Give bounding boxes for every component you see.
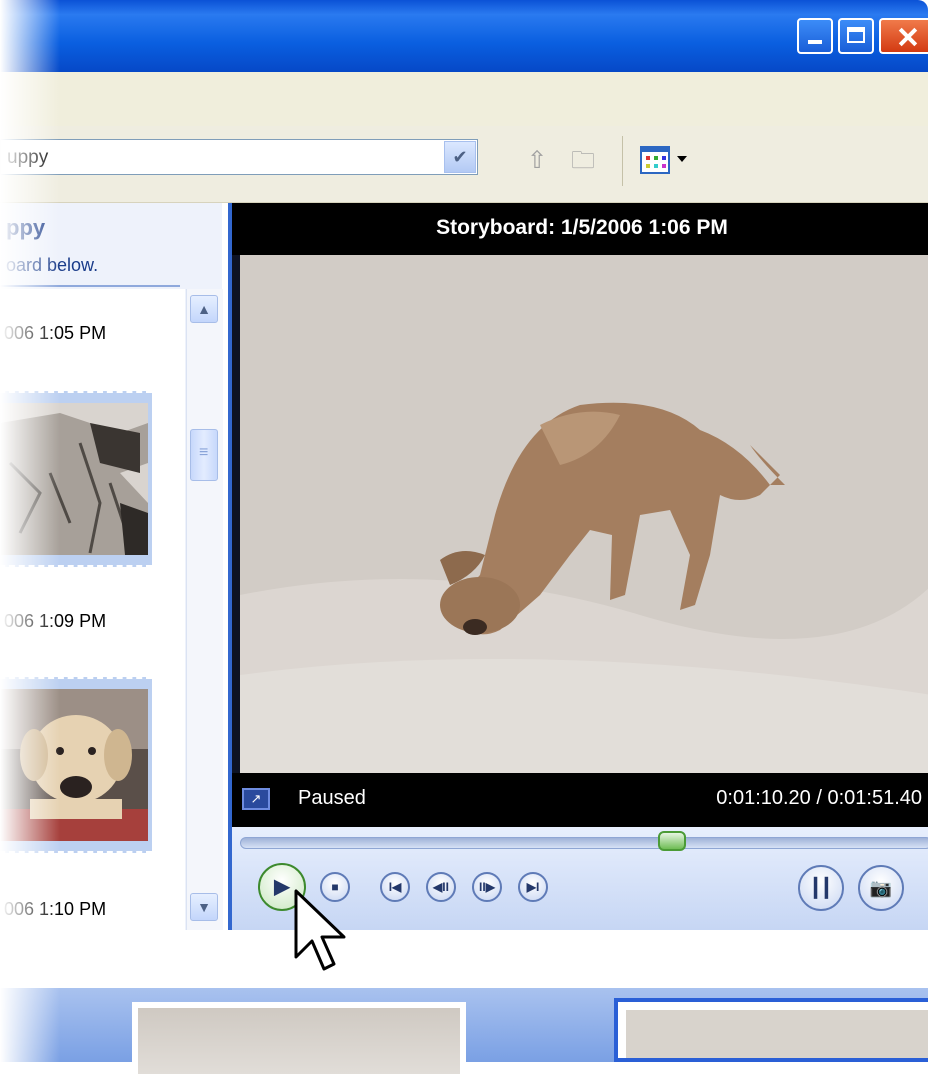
monitor-title: Storyboard: 1/5/2006 1:06 PM	[232, 203, 928, 255]
clip-thumbnail-1[interactable]	[0, 391, 152, 567]
next-frame-button[interactable]: II▶	[472, 872, 502, 902]
take-picture-button[interactable]: 📷	[858, 865, 904, 911]
split-icon: ┃┃	[810, 878, 832, 898]
video-preview[interactable]	[240, 255, 928, 773]
divider	[0, 285, 180, 287]
storyboard-frame-thumbnail	[138, 1008, 460, 1074]
seek-thumb[interactable]	[658, 831, 687, 851]
back-icon: I◀	[388, 880, 402, 894]
forward-icon: ▶I	[526, 880, 540, 894]
scroll-thumb[interactable]	[190, 429, 218, 481]
collection-dropdown-value: uppy	[7, 147, 49, 168]
seek-bar[interactable]	[240, 837, 928, 849]
status-bar: ↗ Paused 0:01:10.20 / 0:01:51.40	[232, 773, 928, 827]
collection-title: ppy	[6, 215, 46, 240]
toolbar: uppy ✔ ⇧ 🗀	[0, 126, 928, 203]
storyboard-frame-2-selected[interactable]	[614, 998, 928, 1062]
clip-thumbnail-2[interactable]	[0, 677, 152, 853]
storyboard-frame-thumbnail	[626, 1010, 928, 1058]
previous-frame-button[interactable]: ◀II	[426, 872, 456, 902]
collection-pane: ppy oard below. 006 1:05 PM 006 1:09 PM	[0, 203, 223, 930]
clip-list-scrollbar[interactable]: ▲ ▼	[186, 289, 223, 930]
scroll-down-button[interactable]: ▼	[190, 893, 218, 921]
storyboard-frame-1[interactable]	[132, 1002, 466, 1076]
up-folder-icon[interactable]: ⇧	[520, 146, 554, 176]
window-titlebar	[0, 0, 928, 72]
time-readout: 0:01:10.20 / 0:01:51.40	[716, 787, 922, 809]
views-icon[interactable]	[640, 146, 670, 174]
minimize-button[interactable]	[797, 18, 833, 54]
playback-status: Paused	[298, 787, 366, 809]
full-screen-icon[interactable]: ↗	[242, 788, 270, 810]
collection-subtitle: oard below.	[6, 255, 99, 275]
menu-bar	[0, 72, 928, 127]
scroll-up-button[interactable]: ▲	[190, 295, 218, 323]
clip-label: 006 1:05 PM	[4, 323, 107, 343]
dropdown-arrow-icon[interactable]: ✔	[444, 141, 476, 173]
back-button[interactable]: I◀	[380, 872, 410, 902]
preview-monitor: Storyboard: 1/5/2006 1:06 PM ↗ Paused 0:…	[228, 203, 928, 930]
clip-list[interactable]: 006 1:05 PM 006 1:09 PM 006 1:10 PM	[0, 289, 185, 930]
clip-label: 006 1:09 PM	[4, 611, 107, 631]
previous-frame-icon: ◀II	[433, 880, 449, 894]
close-button[interactable]	[879, 18, 928, 54]
forward-button[interactable]: ▶I	[518, 872, 548, 902]
toolbar-separator	[622, 136, 623, 186]
clip-thumbnail-image	[0, 403, 148, 555]
maximize-button[interactable]	[838, 18, 874, 54]
clip-label: 006 1:10 PM	[4, 899, 107, 919]
storyboard-strip	[0, 988, 928, 1076]
next-frame-icon: II▶	[479, 880, 495, 894]
collection-dropdown[interactable]: uppy ✔	[0, 139, 478, 175]
puppy-in-snow-image	[240, 255, 928, 773]
clip-thumbnail-image	[0, 689, 148, 841]
play-icon: ▶	[274, 876, 290, 898]
camera-icon: 📷	[869, 878, 893, 898]
mouse-cursor-icon	[294, 889, 346, 971]
split-clip-button[interactable]: ┃┃	[798, 865, 844, 911]
views-dropdown-arrow-icon[interactable]	[677, 156, 687, 162]
new-folder-icon[interactable]: 🗀	[566, 146, 600, 176]
